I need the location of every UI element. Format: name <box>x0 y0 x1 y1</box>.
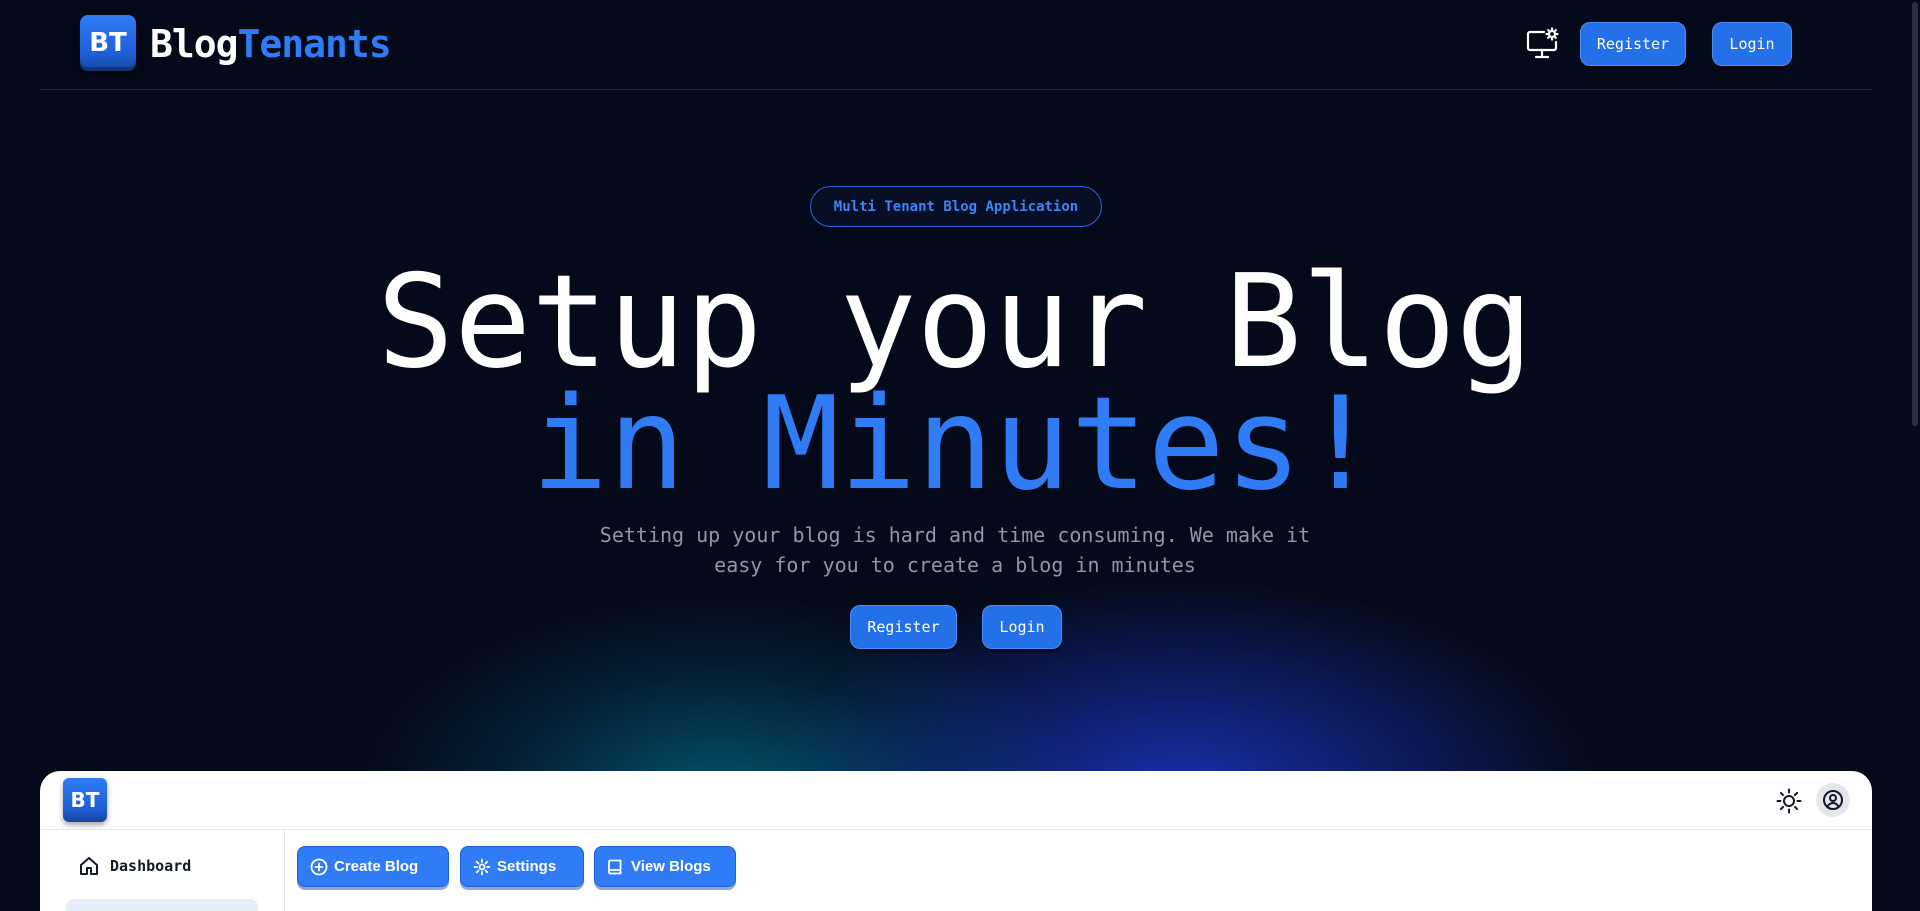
settings-button[interactable]: Settings <box>460 846 584 887</box>
brand-logo[interactable]: BT <box>80 15 136 71</box>
sun-icon[interactable] <box>1776 788 1802 814</box>
home-icon <box>78 855 100 877</box>
sidebar-item-label: Dashboard <box>110 857 192 875</box>
brand-name[interactable]: BlogTenants <box>150 22 392 66</box>
hero-subtitle: Setting up your blog is hard and time co… <box>599 523 1311 577</box>
dashboard-preview: BT Dashboard Create Blog Settings View B… <box>40 771 1872 911</box>
sidebar-item-active[interactable] <box>66 899 258 911</box>
header-login-button[interactable]: Login <box>1712 22 1792 66</box>
hero-login-button[interactable]: Login <box>982 605 1062 649</box>
view-blogs-button[interactable]: View Blogs <box>594 846 736 887</box>
preview-logo[interactable]: BT <box>63 778 107 822</box>
preview-sidebar-divider <box>284 830 285 911</box>
view-blogs-label: View Blogs <box>631 858 711 875</box>
header-register-button[interactable]: Register <box>1580 22 1686 66</box>
book-icon <box>607 858 625 876</box>
plus-circle-icon <box>310 858 328 876</box>
brand-name-part2: Tenants <box>237 22 392 66</box>
settings-label: Settings <box>497 858 557 875</box>
create-blog-label: Create Blog <box>334 858 419 875</box>
user-circle-icon[interactable] <box>1816 783 1850 817</box>
hero-register-button[interactable]: Register <box>850 605 957 649</box>
scrollbar-thumb[interactable] <box>1912 2 1918 426</box>
monitor-settings-icon[interactable] <box>1524 26 1560 62</box>
hero-badge: Multi Tenant Blog Application <box>810 186 1102 227</box>
brand-logo-text: BT <box>89 28 127 58</box>
gear-icon <box>473 858 491 876</box>
preview-logo-text: BT <box>70 788 100 812</box>
hero-title-line2: in Minutes! <box>531 370 1379 519</box>
preview-divider <box>40 829 1872 830</box>
sidebar-item-dashboard[interactable]: Dashboard <box>78 853 191 879</box>
page-scrollbar[interactable] <box>1910 0 1920 911</box>
brand-name-part1: Blog <box>150 22 239 66</box>
create-blog-button[interactable]: Create Blog <box>297 846 449 887</box>
hero-title-line1: Setup your Blog <box>377 248 1533 397</box>
